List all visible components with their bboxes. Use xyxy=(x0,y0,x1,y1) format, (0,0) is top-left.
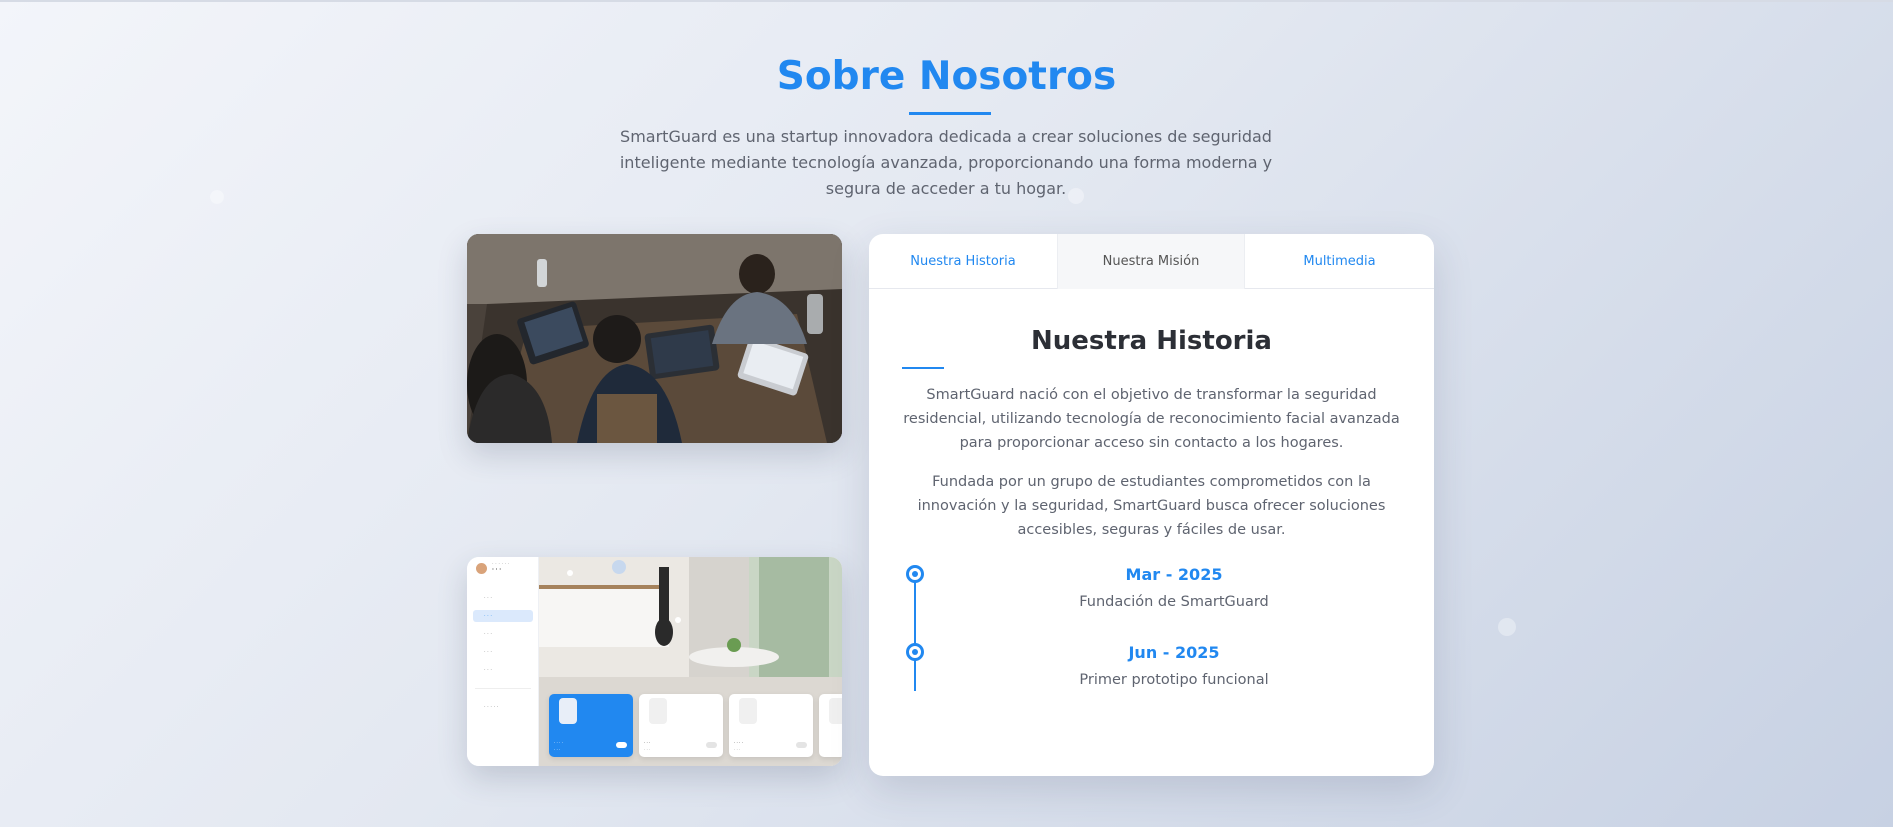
device-name: · · · · xyxy=(554,740,563,745)
timeline-marker xyxy=(906,565,924,583)
device-image xyxy=(559,698,577,724)
device-image xyxy=(649,698,667,724)
app-device-card: · · · · · · · xyxy=(549,694,633,757)
app-device-card xyxy=(819,694,842,757)
device-name: · · · · xyxy=(734,740,743,745)
top-border xyxy=(0,0,1893,2)
toggle xyxy=(796,742,807,748)
device-status: · · · xyxy=(734,747,741,752)
panel-title: Nuestra Historia xyxy=(1031,326,1272,356)
device-status: · · · xyxy=(554,747,561,752)
history-paragraph: Fundada por un grupo de estudiantes comp… xyxy=(917,474,1386,538)
app-device-card: · · · · · · xyxy=(639,694,723,757)
toggle xyxy=(706,742,717,748)
panel-title-underline xyxy=(902,367,944,369)
timeline-date: Jun - 2025 xyxy=(1128,643,1220,662)
app-room-view: · · · · · · · · · · · · · · · · · · · · xyxy=(539,557,842,766)
app-user-name: · · · xyxy=(492,567,502,573)
title-underline xyxy=(909,112,991,115)
team-photo xyxy=(467,234,842,443)
history-paragraph: SmartGuard nació con el objetivo de tran… xyxy=(903,387,1400,451)
about-panel: Nuestra Historia Nuestra Misión Multimed… xyxy=(869,234,1434,776)
device-image xyxy=(829,698,842,724)
app-nav-item: · · · xyxy=(484,667,492,673)
section-title: Sobre Nosotros xyxy=(776,54,1117,99)
timeline-text: Fundación de SmartGuard xyxy=(1079,594,1269,610)
decor-dot xyxy=(1498,618,1516,636)
app-nav-item: · · · xyxy=(484,631,492,637)
tab-nuestra-historia[interactable]: Nuestra Historia xyxy=(869,234,1057,289)
app-nav-item: · · · xyxy=(473,610,533,622)
app-nav-item: · · · · · xyxy=(484,704,499,710)
tab-multimedia[interactable]: Multimedia xyxy=(1245,234,1434,289)
tab-bar: Nuestra Historia Nuestra Misión Multimed… xyxy=(869,234,1434,289)
device-image xyxy=(739,698,757,724)
section-intro: SmartGuard es una startup innovadora ded… xyxy=(619,127,1273,198)
timeline-line xyxy=(914,571,916,691)
decor-dot xyxy=(210,190,224,204)
divider xyxy=(475,688,531,689)
tab-nuestra-mision[interactable]: Nuestra Misión xyxy=(1057,234,1245,289)
device-name: · · · xyxy=(644,740,651,745)
timeline-date: Mar - 2025 xyxy=(1125,565,1223,584)
app-device-card: · · · · · · · xyxy=(729,694,813,757)
avatar xyxy=(476,563,487,574)
app-nav-item: · · · xyxy=(484,649,492,655)
app-nav-item: · · · xyxy=(484,595,492,601)
toggle xyxy=(616,742,627,748)
app-screenshot: · · · · · · · · · · · · · · · · · · · · … xyxy=(467,557,842,766)
timeline-text: Primer prototipo funcional xyxy=(1079,672,1269,688)
timeline-marker xyxy=(906,643,924,661)
app-sidebar: · · · · · · · · · · · · · · · · · · · · … xyxy=(467,557,539,766)
device-status: · · · xyxy=(644,747,651,752)
